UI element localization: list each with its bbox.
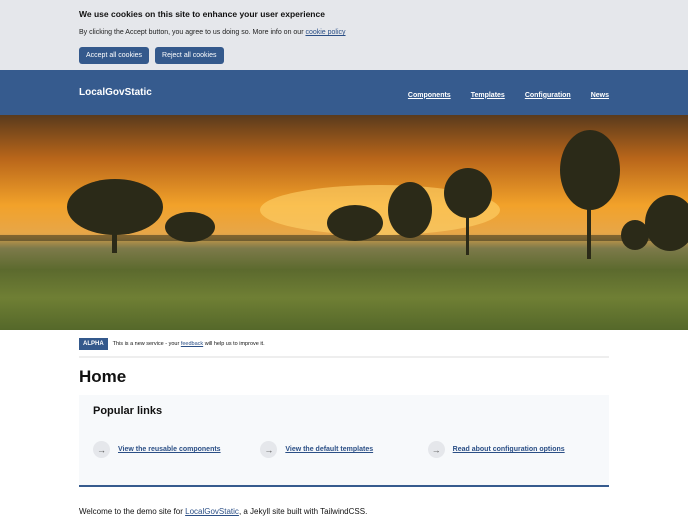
link-components[interactable]: View the reusable components (118, 446, 221, 453)
nav-news[interactable]: News (591, 92, 609, 99)
nav-configuration[interactable]: Configuration (525, 92, 571, 99)
nav-components[interactable]: Components (408, 92, 451, 99)
arrow-right-icon: → (260, 441, 278, 458)
phase-banner: ALPHA This is a new service - your feedb… (79, 338, 609, 358)
popular-links: Popular links → View the reusable compone… (79, 395, 609, 487)
arrow-right-icon: → (93, 441, 110, 458)
popular-links-title: Popular links (93, 405, 163, 417)
cookie-title: We use cookies on this site to enhance y… (79, 9, 325, 19)
arrow-right-icon: → (427, 441, 445, 458)
cookie-banner: We use cookies on this site to enhance y… (0, 0, 688, 70)
page-title: Home (79, 367, 127, 386)
hero-image (0, 115, 688, 330)
alpha-tag: ALPHA (79, 338, 108, 350)
site-header: LocalGovStatic Components Templates Config… (0, 70, 688, 115)
site-logo[interactable]: LocalGovStatic (79, 87, 152, 98)
reject-cookies-button[interactable]: Reject all cookies (155, 47, 224, 64)
popular-link[interactable]: → Read about configuration options (427, 441, 595, 458)
main-nav: Components Templates Configuration News (388, 84, 609, 102)
nav-templates[interactable]: Templates (471, 92, 505, 99)
feedback-link[interactable]: feedback (181, 341, 203, 347)
cookie-text: By clicking the Accept button, you agree… (79, 29, 346, 36)
accept-cookies-button[interactable]: Accept all cookies (79, 47, 150, 64)
popular-link[interactable]: → View the reusable components (93, 441, 260, 458)
cookie-policy-link[interactable]: cookie policy (305, 29, 345, 36)
popular-link[interactable]: → View the default templates (260, 441, 427, 458)
link-templates[interactable]: View the default templates (285, 446, 373, 453)
link-configuration[interactable]: Read about configuration options (453, 446, 565, 453)
landscape-illustration (0, 130, 688, 259)
